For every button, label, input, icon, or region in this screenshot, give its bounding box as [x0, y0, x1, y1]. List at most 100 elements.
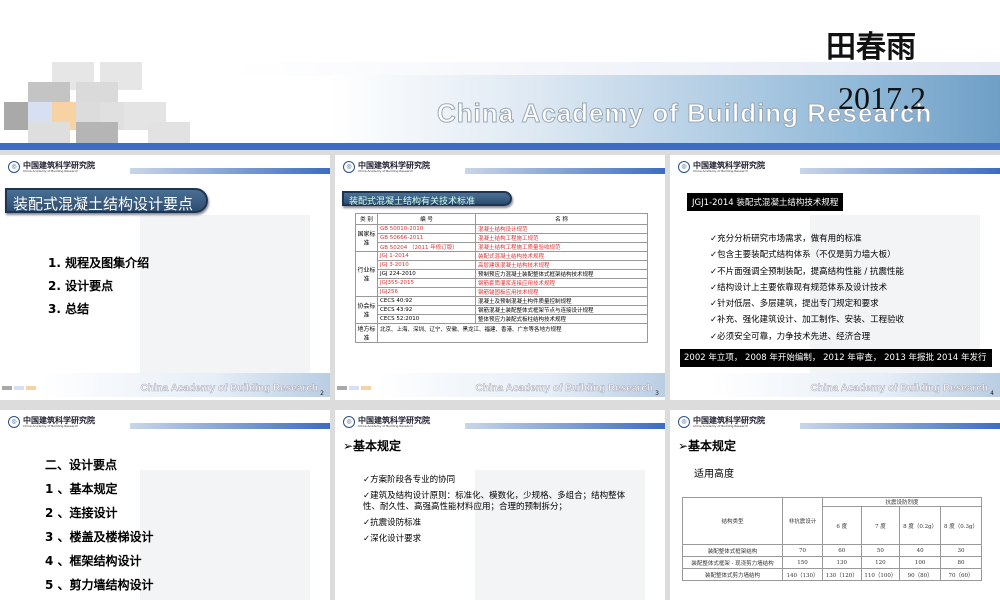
table-header: 非抗震设计: [782, 497, 823, 545]
category-cell: 地方标准: [355, 323, 378, 343]
table-header: 6 度: [822, 506, 862, 545]
header-bar: [800, 423, 1000, 429]
banner-bar: [0, 143, 1000, 150]
category-cell: 行业标准: [355, 251, 378, 297]
table-cell: 100: [899, 556, 942, 569]
name-cell: 混凝土结构设计规范: [475, 224, 648, 234]
code-cell: CECS 52:2010: [377, 314, 476, 324]
slide-heading: 装配式混凝土结构设计要点: [5, 188, 208, 213]
slide-heading: ➢基本规定: [678, 439, 737, 453]
name-cell: 钢筋套筒灌浆连接应用技术规程: [475, 278, 648, 288]
header-bar: [130, 423, 330, 429]
slide-footer: China Academy of Building Research 3: [335, 370, 665, 400]
table-header: 结构类型: [682, 497, 783, 545]
outline-item: 3 、楼盖及楼梯设计: [45, 530, 154, 544]
table-cell: 装配整体式框架 - 现浇剪力墙结构: [682, 556, 783, 569]
list-item: ✓充分分析研究市场需求，做有用的标准: [710, 234, 862, 244]
table-row: 装配整体式框架结构 70 60 50 40 30: [682, 544, 982, 557]
cabr-logo: ◎ 中国建筑科学研究院 China Academy of Building Rese…: [678, 416, 765, 428]
section-heading: 二、设计要点: [45, 458, 118, 472]
code-cell: JGJ 224-2010: [377, 269, 476, 279]
code-cell: JGJ355-2015: [377, 278, 476, 288]
table-cell: 40: [899, 544, 942, 557]
table-cell: 150: [782, 556, 823, 569]
slide-heading: 装配式混凝土结构有关技术标准: [342, 191, 512, 207]
outline-item: 2 、连接设计: [45, 506, 118, 520]
table-header: 8 度（0.2g）: [899, 506, 942, 545]
table-cell: 80: [940, 556, 982, 569]
page-number: 4: [990, 390, 994, 397]
table-row: JGJ355-2015 钢筋套筒灌浆连接应用技术规程: [356, 278, 648, 288]
slide-5[interactable]: ◎ 中国建筑科学研究院 China Academy of Building Rese…: [0, 410, 330, 600]
table-cell: 70（60）: [940, 568, 982, 581]
table-row: JGJ 3-2010 高层建筑混凝土结构技术规程: [356, 260, 648, 270]
table-row: 协会标准 CECS 40:92 混凝土及预制混凝土构件质量控制规程: [355, 296, 648, 324]
header-bar: [465, 168, 665, 174]
outline-item: 4 、框架结构设计: [45, 554, 142, 568]
slide-6[interactable]: ◎ 中国建筑科学研究院 China Academy of Building Rese…: [335, 410, 665, 600]
code-cell: JGJ 3-2010: [377, 260, 476, 270]
title-slide[interactable]: China Academy of Building Research 田春雨 2…: [0, 0, 1000, 150]
list-item: ✓抗震设防标准: [363, 518, 422, 528]
table-header-row: 类 别编 号名 称: [355, 213, 648, 225]
table-header: 名 称: [475, 213, 648, 225]
table-cell: 60: [822, 544, 862, 557]
name-cell: 混凝土结构工程施工质量验收规范: [475, 242, 648, 252]
table-cell: 130（120）: [822, 568, 862, 581]
list-item: ✓补充、强化建筑设计、加工制作、安装、工程验收: [710, 315, 905, 326]
table-header: 8 度（0.3g）: [940, 506, 982, 545]
slide-3[interactable]: ◎ 中国建筑科学研究院 China Academy of Building Rese…: [335, 155, 665, 400]
outline-item: 1. 规程及图集介绍: [48, 256, 150, 270]
list-item: ✓针对低层、多层建筑，提出专门规定和要求: [710, 299, 879, 310]
outline-item: 3. 总结: [48, 302, 90, 316]
category-cell: 协会标准: [355, 296, 378, 324]
list-item: ✓方案阶段各专业的协同: [363, 475, 456, 485]
table-cell: 110（100）: [860, 568, 901, 581]
cabr-logo: ◎ 中国建筑科学研究院 China Academy of Building Rese…: [678, 161, 765, 173]
table-row: 国家标准 GB 50010-2010 混凝土结构设计规范: [355, 224, 648, 252]
name-cell: 钢筋混凝土装配整体式框架节点与连接设计规程: [475, 305, 648, 315]
cabr-logo: ◎ 中国建筑科学研究院 China Academy of Building Rese…: [343, 161, 430, 173]
slide-subheading: 适用高度: [694, 469, 734, 480]
name-cell: 装配式混凝土结构技术规程: [475, 251, 648, 261]
outline-item: 1 、基本规定: [45, 482, 118, 496]
list-item: ✓建筑及结构设计原则：标准化、模数化，少规格、多组合；结构整体性、耐久性、高强高…: [363, 491, 626, 512]
slide-2[interactable]: ◎ 中国建筑科学研究院 China Academy of Building Rese…: [0, 155, 330, 400]
watermark-logo: [140, 470, 310, 600]
header-bar: [130, 168, 330, 174]
list-item: ✓必须安全可靠，力争技术先进、经济合理: [710, 331, 871, 342]
code-cell: GB 50204 （2011 年修订版）: [377, 242, 476, 252]
outline-item: 2. 设计要点: [48, 279, 114, 293]
table-row: GB 50666-2011 混凝土结构工程施工规范: [356, 233, 648, 243]
table-cell: 90（80）: [899, 568, 942, 581]
table-row: GB 50204 （2011 年修订版） 混凝土结构工程施工质量验收规范: [356, 242, 648, 252]
slide-heading: JGJ1-2014 装配式混凝土结构技术规程: [687, 193, 844, 211]
watermark-logo: [140, 215, 310, 395]
code-cell: CECS 43:92: [377, 305, 476, 315]
table-cell: 140（130）: [782, 568, 823, 581]
slide-heading: ➢基本规定: [343, 439, 402, 453]
list-item: ✓包含主要装配式结构体系（不仅是剪力墙大板）: [710, 250, 896, 261]
table-cell: 装配整体式框架结构: [682, 544, 783, 557]
table-row: CECS 52:2010 整体预应力装配式板柱结构技术规程: [356, 314, 648, 324]
table-cell: 70: [782, 544, 823, 557]
slide-footer: China Academy of Building Research 2: [0, 370, 330, 400]
table-cell: 50: [860, 544, 901, 557]
page-number: 3: [655, 390, 659, 397]
table-row: 地方标准 北京、上海、深圳、辽宁、安徽、黑龙江、福建、香港、广东等各地方规程: [355, 323, 648, 343]
slide-4[interactable]: ◎ 中国建筑科学研究院 China Academy of Building Rese…: [670, 155, 1000, 400]
cabr-logo: ◎ 中国建筑科学研究院 China Academy of Building Rese…: [343, 416, 430, 428]
list-item: ✓深化设计要求: [363, 534, 422, 544]
header-bar: [800, 168, 1000, 174]
outline-list: 1. 规程及图集介绍 2. 设计要点 3. 总结: [48, 252, 149, 321]
table-row: 装配整体式框架 - 现浇剪力墙结构 150 130 120 100 80: [682, 556, 982, 569]
cabr-logo: ◎ 中国建筑科学研究院 China Academy of Building Rese…: [8, 161, 95, 173]
slide-7[interactable]: ◎ 中国建筑科学研究院 China Academy of Building Rese…: [670, 410, 1000, 600]
table-row: CECS 43:92 钢筋混凝土装配整体式框架节点与连接设计规程: [356, 305, 648, 315]
table-header: 类 别: [355, 213, 378, 225]
height-table: 结构类型 非抗震设计 抗震设防烈度 6 度7 度8 度（0.2g） 8 度（0.3g）装…: [682, 497, 982, 581]
name-cell: 预制预应力混凝土装配整体式框架结构技术规程: [475, 269, 648, 279]
table-cell: 120: [860, 556, 901, 569]
cabr-logo: ◎ 中国建筑科学研究院 China Academy of Building Rese…: [8, 416, 95, 428]
name-cell: 钢筋锚固板应用技术规程: [475, 287, 648, 297]
